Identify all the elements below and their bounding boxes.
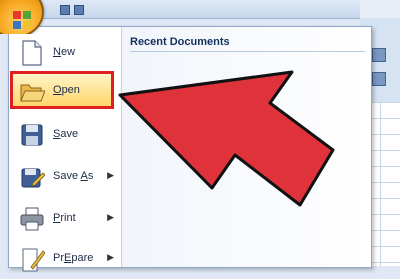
- menu-item-open[interactable]: Open: [9, 71, 121, 111]
- ribbon-icon: [372, 48, 386, 62]
- menu-item-prepare[interactable]: PrEpare ▶: [9, 239, 121, 279]
- submenu-arrow-icon: ▶: [107, 170, 114, 180]
- menu-item-new[interactable]: New: [9, 33, 121, 73]
- recent-documents-title: Recent Documents: [130, 36, 230, 48]
- ribbon-icon: [372, 72, 386, 86]
- menu-command-list: New Open Save Save As ▶ Print ▶ PrEpare …: [9, 27, 122, 272]
- open-folder-icon: [20, 84, 45, 102]
- office-button[interactable]: [0, 0, 48, 34]
- print-icon: [20, 207, 44, 231]
- office-button-icon: [13, 11, 31, 29]
- menu-item-save-as[interactable]: Save As ▶: [9, 157, 121, 197]
- menu-item-label: Save As: [53, 170, 94, 182]
- save-as-icon: [21, 168, 45, 188]
- quick-access-save-icon[interactable]: [60, 5, 70, 15]
- recent-documents-panel: Recent Documents: [122, 27, 371, 267]
- new-document-icon: [22, 40, 42, 66]
- menu-item-save[interactable]: Save: [9, 115, 121, 155]
- save-disk-icon: [21, 124, 43, 146]
- quick-access-undo-icon[interactable]: [74, 5, 84, 15]
- submenu-arrow-icon: ▶: [107, 252, 114, 262]
- prepare-icon: [22, 248, 45, 272]
- menu-item-label: PrEpare: [53, 252, 94, 264]
- recent-documents-divider: [130, 51, 365, 52]
- menu-item-label: New: [53, 46, 76, 58]
- title-bar: [0, 0, 400, 19]
- menu-item-label: Print: [53, 212, 76, 224]
- office-menu: New Open Save Save As ▶ Print ▶ PrEpare …: [8, 26, 372, 272]
- menu-item-label: Open: [53, 84, 80, 96]
- menu-item-print[interactable]: Print ▶: [9, 199, 121, 239]
- menu-item-label: Save: [53, 128, 79, 140]
- submenu-arrow-icon: ▶: [107, 212, 114, 222]
